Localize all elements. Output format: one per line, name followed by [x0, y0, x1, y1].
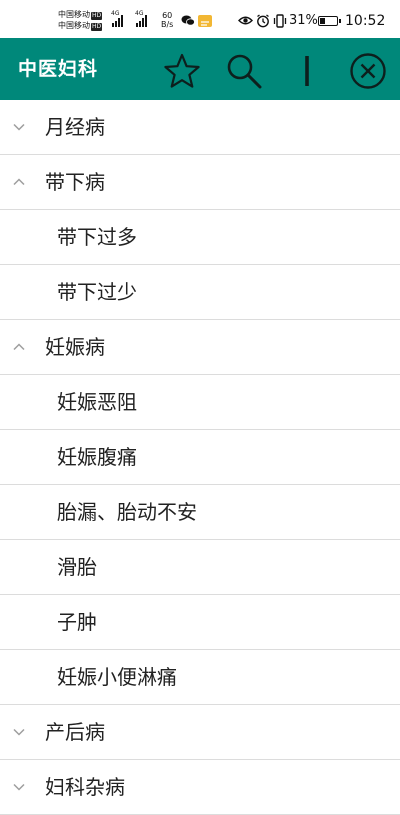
chevron-down-icon: [13, 728, 25, 736]
list-item[interactable]: 妊娠小便淋痛: [0, 650, 400, 705]
category-row[interactable]: 妊娠病: [0, 320, 400, 375]
list-item[interactable]: 妊娠恶阻: [0, 375, 400, 430]
network-type-2: 4G: [135, 10, 144, 17]
category-row[interactable]: 带下病: [0, 155, 400, 210]
list-item-label: 滑胎: [57, 555, 97, 579]
close-button[interactable]: [348, 51, 388, 91]
net-speed-unit: B/s: [161, 20, 174, 29]
app-title: 中医妇科: [18, 58, 99, 80]
signal-icon: 4G: [135, 10, 147, 27]
category-label: 月经病: [45, 115, 105, 139]
list-item[interactable]: 子肿: [0, 595, 400, 650]
category-label: 产后病: [45, 720, 105, 744]
battery-percent: 31%: [289, 13, 318, 28]
carrier-info: 中国移动 HD 中国移动 HD: [58, 9, 103, 31]
list-item[interactable]: 带下过少: [0, 265, 400, 320]
clock: 10:52: [345, 13, 386, 29]
vibrate-icon: [273, 14, 287, 28]
star-icon: [164, 53, 200, 88]
eye-icon: [238, 16, 253, 25]
close-circle-icon: [350, 53, 386, 89]
category-tree: 月经病 带下病 带下过多 带下过少 妊娠病 妊娠恶阻 妊娠腹痛 胎漏、胎动不安 …: [0, 100, 400, 815]
text-cursor-icon: [305, 56, 309, 86]
status-bar: 中国移动 HD 中国移动 HD 4G 4G 60 B/s 31% 10:52: [0, 0, 400, 38]
net-speed: 60 B/s: [161, 11, 173, 29]
list-item-label: 妊娠腹痛: [57, 445, 137, 469]
app-bar: 中医妇科: [0, 38, 400, 100]
list-item-label: 妊娠恶阻: [57, 390, 137, 414]
list-item-label: 带下过少: [57, 280, 137, 304]
list-item[interactable]: 滑胎: [0, 540, 400, 595]
list-item[interactable]: 胎漏、胎动不安: [0, 485, 400, 540]
battery-icon: [318, 16, 341, 26]
network-type-1: 4G: [111, 10, 120, 17]
list-item[interactable]: 妊娠腹痛: [0, 430, 400, 485]
message-icon: [198, 15, 212, 27]
category-label: 妊娠病: [45, 335, 105, 359]
chevron-down-icon: [13, 783, 25, 791]
list-item-label: 胎漏、胎动不安: [57, 500, 197, 524]
hd-badge-1: HD: [91, 12, 103, 20]
carrier-name-2: 中国移动: [58, 21, 90, 30]
chevron-down-icon: [13, 123, 25, 131]
search-button[interactable]: [224, 51, 264, 91]
list-item-label: 子肿: [57, 610, 97, 634]
chevron-up-icon: [13, 343, 25, 351]
chevron-up-icon: [13, 178, 25, 186]
category-row[interactable]: 月经病: [0, 100, 400, 155]
alarm-icon: [257, 14, 269, 28]
list-item[interactable]: 带下过多: [0, 210, 400, 265]
list-item-label: 妊娠小便淋痛: [57, 665, 177, 689]
search-icon: [227, 54, 262, 89]
net-speed-value: 60: [162, 11, 173, 20]
category-label: 妇科杂病: [45, 775, 125, 799]
category-row[interactable]: 妇科杂病: [0, 760, 400, 815]
category-row[interactable]: 产后病: [0, 705, 400, 760]
signal-icon: 4G: [111, 10, 123, 27]
wechat-icon: [181, 15, 195, 26]
category-label: 带下病: [45, 170, 105, 194]
list-item-label: 带下过多: [57, 225, 137, 249]
favorite-button[interactable]: [162, 51, 202, 91]
hd-badge-2: HD: [91, 23, 103, 31]
text-size-button[interactable]: [287, 51, 327, 91]
carrier-name-1: 中国移动: [58, 10, 90, 19]
